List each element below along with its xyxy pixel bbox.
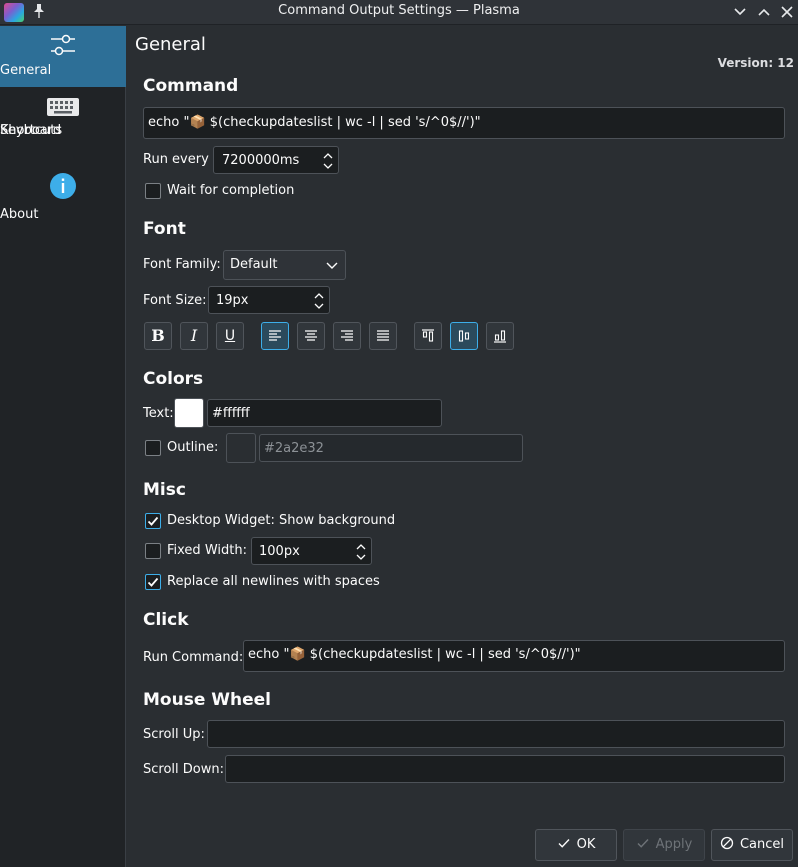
command-heading: Command <box>143 76 239 96</box>
justify-icon <box>377 330 389 341</box>
align-left-icon <box>269 330 281 341</box>
align-bottom-icon <box>494 330 506 343</box>
align-top-icon <box>422 329 434 342</box>
command-input[interactable]: echo "📦 $(checkupdateslist | wc -l | sed… <box>143 107 785 139</box>
ok-label: OK <box>576 837 596 852</box>
align-bottom-button[interactable] <box>486 322 514 350</box>
outline-checkbox[interactable] <box>145 440 161 456</box>
version-label: Version: 12 <box>717 56 794 70</box>
misc-heading: Misc <box>143 480 186 500</box>
outline-color-swatch[interactable] <box>226 433 256 463</box>
apply-button[interactable]: Apply <box>623 829 705 861</box>
colors-heading: Colors <box>143 369 204 389</box>
window-title: Command Output Settings — Plasma <box>278 3 520 18</box>
click-heading: Click <box>143 610 189 630</box>
main-panel: General Version: 12 Command echo "📦 $(ch… <box>127 26 798 867</box>
font-size-label: Font Size: <box>143 293 207 308</box>
ok-button[interactable]: OK <box>535 829 617 861</box>
cancel-icon <box>720 836 734 850</box>
font-family-value: Default <box>230 257 278 272</box>
align-right-button[interactable] <box>333 322 361 350</box>
check-icon <box>558 839 570 848</box>
font-family-select[interactable]: Default <box>223 250 346 280</box>
align-center-button[interactable] <box>297 322 325 350</box>
font-size-value: 19px <box>216 293 249 308</box>
font-heading: Font <box>143 219 186 239</box>
close-button[interactable] <box>777 2 797 22</box>
info-icon <box>50 173 76 199</box>
sidebar-item-label: About <box>0 207 39 222</box>
italic-button[interactable]: I <box>180 322 208 350</box>
font-size-spinbox[interactable]: 19px <box>208 286 330 314</box>
check-icon <box>147 577 159 587</box>
check-icon <box>147 516 159 526</box>
text-color-label: Text: <box>143 406 174 421</box>
check-icon <box>637 839 649 848</box>
sidebar-item-label: General <box>0 63 52 78</box>
maximize-button[interactable] <box>754 2 774 22</box>
run-every-spinbox[interactable]: 7200000ms <box>213 146 339 174</box>
chevron-down-icon <box>734 8 746 16</box>
outline-color-input[interactable]: #2a2e32 <box>259 434 523 462</box>
font-family-label: Font Family: <box>143 257 221 272</box>
sidebar: General Keyboard Shortcuts About <box>0 26 126 867</box>
scroll-up-input[interactable] <box>207 720 785 748</box>
fixed-width-value: 100px <box>259 544 300 559</box>
replace-newlines-checkbox[interactable] <box>145 574 161 590</box>
sidebar-item-keyboard-shortcuts[interactable]: Keyboard Shortcuts <box>0 92 126 164</box>
sidebar-item-general[interactable]: General <box>0 26 126 87</box>
align-top-button[interactable] <box>414 322 442 350</box>
mouse-wheel-heading: Mouse Wheel <box>143 690 272 710</box>
fixed-width-checkbox[interactable] <box>145 543 161 559</box>
page-title: General <box>135 34 206 55</box>
fixed-width-label: Fixed Width: <box>167 543 247 558</box>
spin-arrows-icon[interactable] <box>322 150 334 172</box>
text-color-swatch[interactable] <box>174 398 204 428</box>
run-command-label: Run Command: <box>143 650 244 665</box>
align-vcenter-button[interactable] <box>450 322 478 350</box>
sidebar-item-label-line2: Shortcuts <box>0 123 63 138</box>
chevron-up-icon <box>758 8 770 16</box>
sliders-icon <box>51 34 75 56</box>
align-center-icon <box>305 330 317 341</box>
apply-label: Apply <box>655 837 693 852</box>
text-color-input[interactable]: #ffffff <box>207 399 442 427</box>
run-every-label: Run every <box>143 152 209 167</box>
run-every-value: 7200000ms <box>222 153 300 168</box>
wait-for-completion-label: Wait for completion <box>167 183 295 198</box>
wait-for-completion-checkbox[interactable] <box>145 183 161 199</box>
title-bar: Command Output Settings — Plasma <box>0 0 798 25</box>
keyboard-icon <box>47 98 79 116</box>
show-background-label: Desktop Widget: Show background <box>167 513 396 528</box>
align-vcenter-icon <box>458 330 470 342</box>
minimize-button[interactable] <box>730 2 750 22</box>
justify-button[interactable] <box>369 322 397 350</box>
scroll-up-label: Scroll Up: <box>143 727 205 742</box>
chevron-down-icon <box>326 262 338 269</box>
align-left-button[interactable] <box>261 322 289 350</box>
fixed-width-spinbox[interactable]: 100px <box>251 537 372 565</box>
run-command-input[interactable]: echo "📦 $(checkupdateslist | wc -l | sed… <box>243 640 785 672</box>
cancel-label: Cancel <box>739 837 785 852</box>
separator <box>127 794 798 795</box>
close-icon <box>781 6 793 18</box>
show-background-checkbox[interactable] <box>145 513 161 529</box>
spin-arrows-icon[interactable] <box>355 541 367 563</box>
outline-label: Outline: <box>167 440 219 455</box>
spin-arrows-icon[interactable] <box>313 290 325 312</box>
bold-button[interactable]: B <box>144 322 172 350</box>
cancel-button[interactable]: Cancel <box>711 829 793 861</box>
align-right-icon <box>341 330 353 341</box>
scroll-down-label: Scroll Down: <box>143 762 224 777</box>
replace-newlines-label: Replace all newlines with spaces <box>167 574 380 589</box>
sidebar-item-about[interactable]: About <box>0 172 126 228</box>
underline-button[interactable]: U <box>216 322 244 350</box>
scroll-down-input[interactable] <box>225 755 785 783</box>
